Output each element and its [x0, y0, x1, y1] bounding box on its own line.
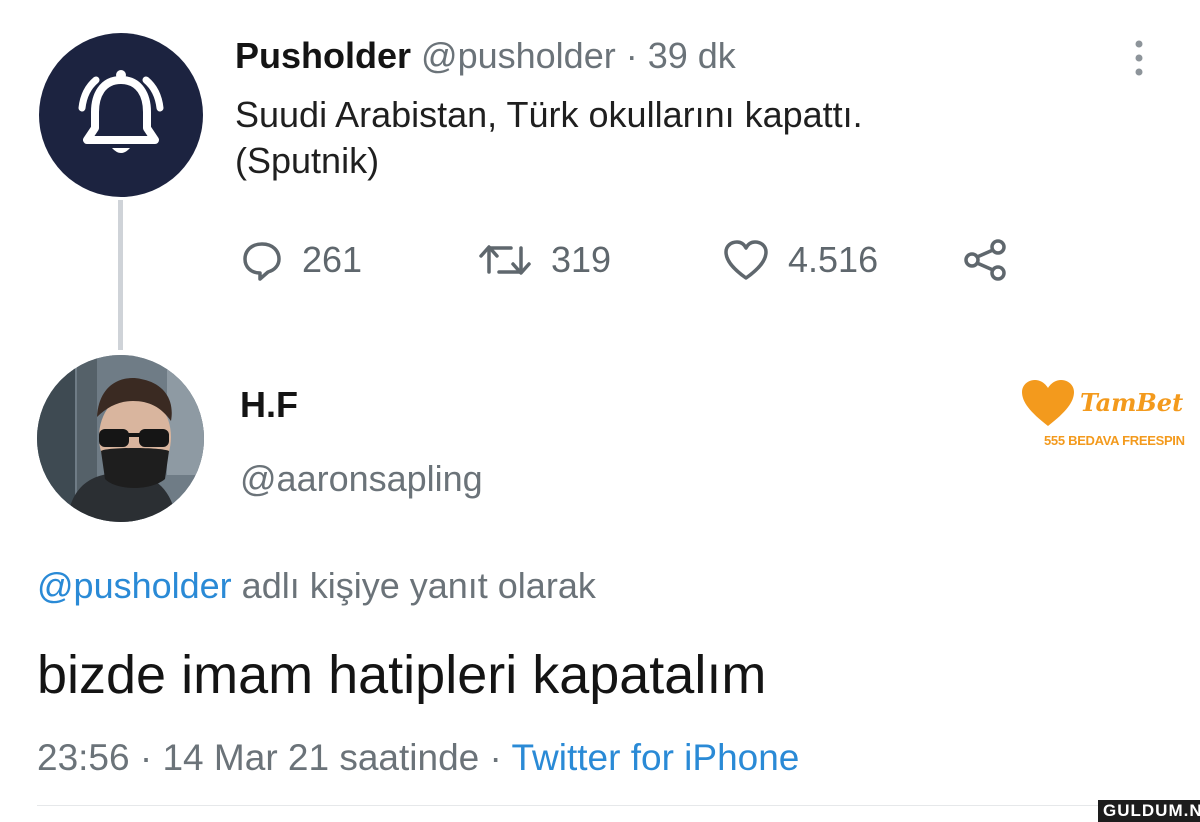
reply-time[interactable]: 23:56 — [37, 737, 130, 778]
parent-text-line1: Suudi Arabistan, Türk okullarını kapattı… — [235, 94, 863, 135]
share-icon — [964, 239, 1006, 281]
profile-photo — [37, 355, 204, 522]
heart-icon — [724, 240, 768, 280]
site-watermark: GULDUM.NET — [1098, 800, 1200, 822]
retweet-icon — [479, 245, 531, 275]
promo-subtitle: 555 BEDAVA FREESPIN — [1044, 433, 1185, 448]
like-button[interactable]: 4.516 — [722, 238, 878, 282]
parent-display-name[interactable]: Pusholder — [235, 35, 411, 76]
parent-time-ago[interactable]: 39 dk — [648, 35, 736, 76]
share-button[interactable] — [962, 238, 1010, 282]
parent-handle[interactable]: @pusholder — [421, 35, 616, 76]
more-options-button[interactable] — [1128, 38, 1150, 78]
reply-tweet-text: bizde imam hatipleri kapatalım — [37, 645, 767, 705]
meta-separator-2: · — [479, 737, 512, 778]
more-vertical-icon — [1135, 40, 1143, 76]
promo-overlay: TamBet 555 BEDAVA FREESPIN — [1020, 378, 1190, 458]
reply-context: @pusholder adlı kişiye yanıt olarak — [37, 565, 596, 607]
retweet-count: 319 — [551, 239, 612, 280]
header-separator: · — [615, 35, 648, 76]
hf-avatar[interactable] — [37, 355, 204, 522]
retweet-button[interactable]: 319 — [477, 238, 611, 282]
reply-count: 261 — [302, 239, 363, 280]
thread-connector-line — [118, 200, 123, 350]
promo-brand: TamBet — [1080, 388, 1184, 417]
reply-context-handle-link[interactable]: @pusholder — [37, 565, 232, 606]
reply-display-name[interactable]: H.F — [240, 384, 298, 426]
reply-button[interactable]: 261 — [240, 238, 362, 282]
reply-date[interactable]: 14 Mar 21 saatinde — [162, 737, 479, 778]
comment-icon — [243, 242, 281, 281]
divider — [37, 805, 1200, 806]
pusholder-avatar[interactable] — [39, 33, 203, 197]
tweet-source-link[interactable]: Twitter for iPhone — [511, 737, 799, 778]
parent-text-line2: (Sputnik) — [235, 140, 380, 181]
like-count: 4.516 — [788, 239, 879, 280]
heart-logo-icon — [1022, 380, 1074, 426]
meta-separator-1: · — [129, 737, 163, 778]
bell-icon — [78, 70, 164, 153]
reply-context-label: adlı kişiye yanıt olarak — [231, 565, 596, 606]
parent-tweet-text: Suudi Arabistan, Türk okullarını kapattı… — [235, 92, 1075, 184]
reply-meta: 23:56 · 14 Mar 21 saatinde · Twitter for… — [37, 737, 799, 779]
parent-tweet-header: Pusholder @pusholder · 39 dk — [235, 34, 736, 78]
reply-handle[interactable]: @aaronsapling — [240, 458, 483, 500]
